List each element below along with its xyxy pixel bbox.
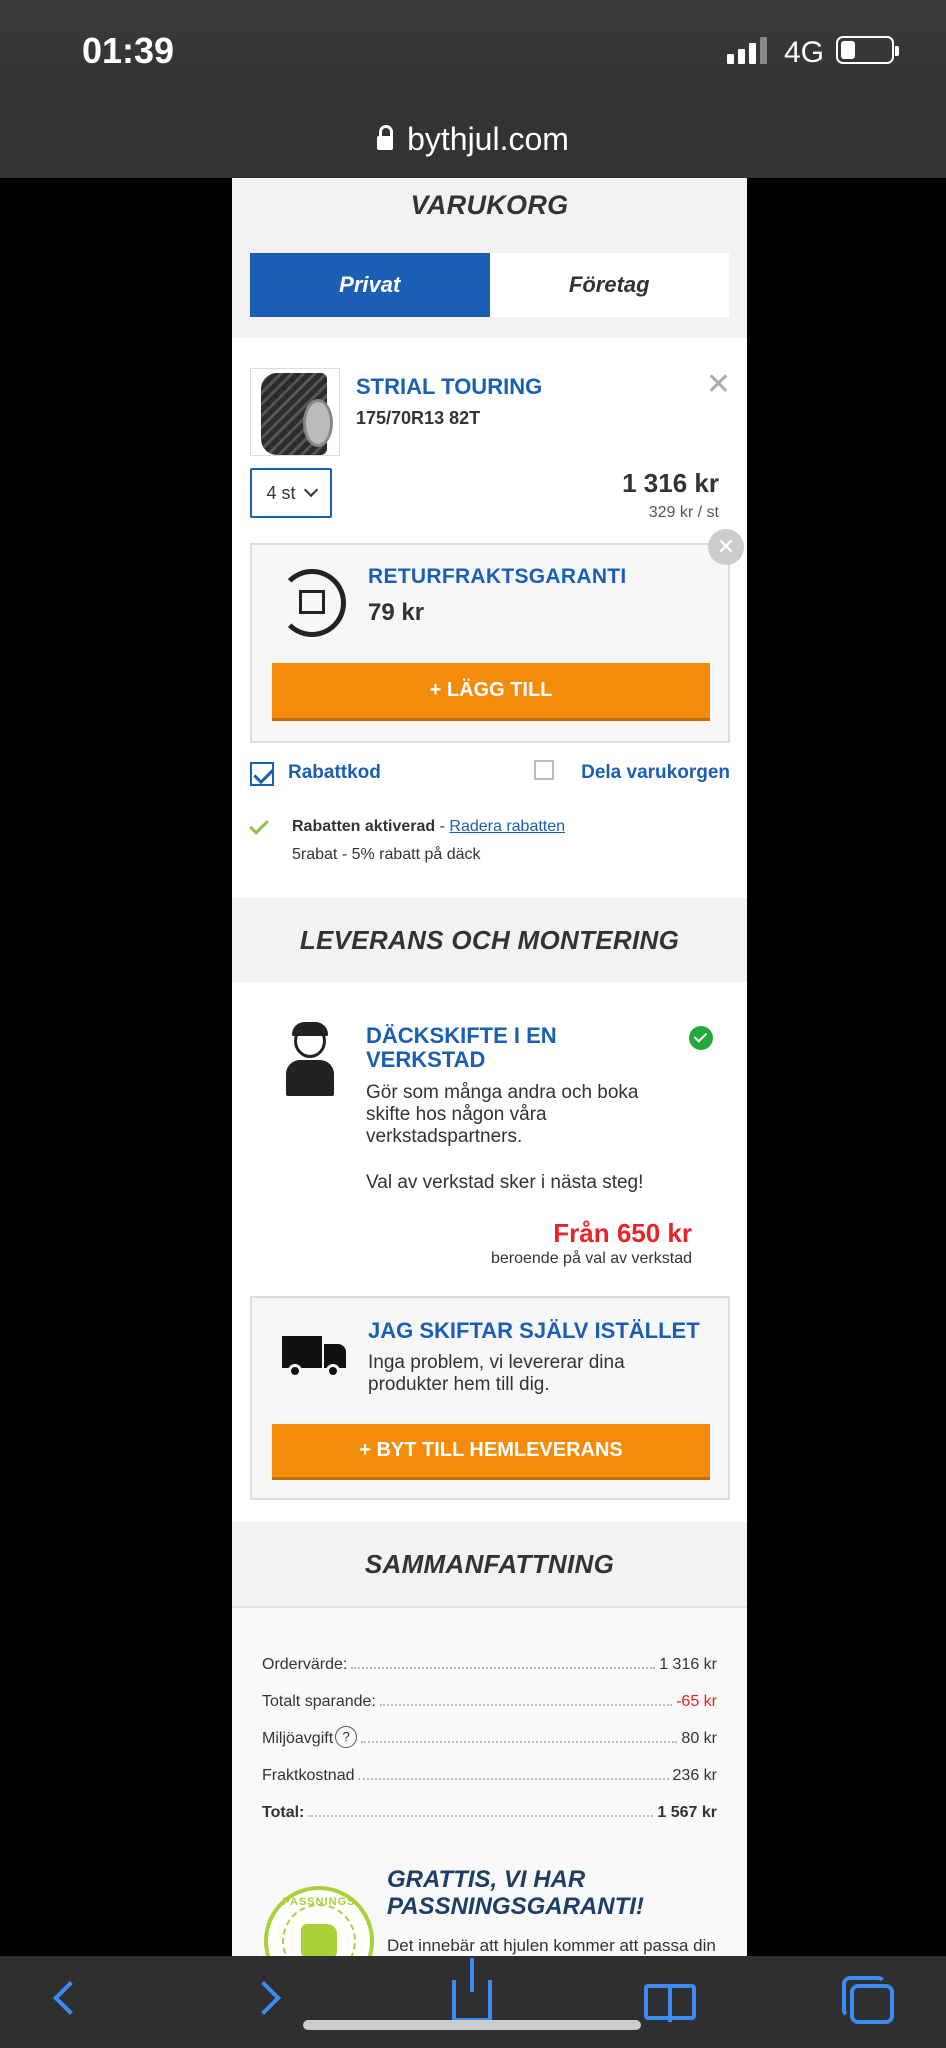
discount-separator: - (435, 818, 450, 835)
summary-title: SAMMANFATTNING (364, 1548, 615, 1579)
remove-discount-link[interactable]: Radera rabatten (449, 818, 565, 835)
summary-label: Total: (262, 1804, 305, 1821)
discount-status: Rabatten aktiverad - Radera rabatten (292, 818, 565, 836)
summary-header: SAMMANFATTNING (232, 1522, 747, 1608)
summary-row: Ordervärde: 1 316 kr (262, 1650, 717, 1674)
item-price: 1 316 kr (622, 468, 719, 498)
summary-value: 236 kr (672, 1767, 717, 1784)
workshop-price-note: beroende på val av verkstad (490, 1250, 692, 1267)
url-text: bythjul.com (407, 120, 569, 157)
help-icon[interactable]: ? (335, 1726, 358, 1748)
product-name[interactable]: STRIAL TOURING (356, 374, 542, 400)
tabs-icon[interactable] (842, 1976, 894, 2024)
summary-value: 1 316 kr (659, 1656, 717, 1673)
workshop-note: Val av verkstad sker i nästa steg! (366, 1172, 644, 1193)
discount-share-row: Rabattkod Dela varukorgen (250, 760, 730, 792)
workshop-option[interactable]: DÄCKSKIFTE I EN VERKSTAD Gör som många a… (232, 982, 747, 1522)
share-icon[interactable] (452, 1958, 492, 2022)
workshop-price: Från 650 kr (553, 1218, 692, 1248)
unit-price: 329 kr / st (648, 504, 719, 521)
delivery-header: LEVERANS OCH MONTERING (232, 898, 747, 982)
return-shipping-icon (278, 569, 346, 637)
customer-type-toggle: Privat Företag (250, 253, 729, 317)
switch-to-home-delivery-button[interactable]: + BYT TILL HEMLEVERANS (272, 1424, 710, 1480)
selected-check-icon (689, 1026, 713, 1050)
workshop-description: Gör som många andra och boka skifte hos … (366, 1082, 639, 1147)
signal-icon (727, 36, 767, 64)
discount-description: 5rabat - 5% rabatt på däck (292, 846, 481, 863)
summary-row: Fraktkostnad 236 kr (262, 1761, 717, 1785)
forward-icon[interactable] (247, 1981, 281, 2015)
product-size: 175/70R13 82T (356, 408, 481, 428)
summary-value: 80 kr (681, 1730, 717, 1747)
workshop-title: DÄCKSKIFTE I EN VERKSTAD (366, 1023, 557, 1072)
bookmarks-icon[interactable] (644, 1984, 696, 2022)
summary-label: Miljöavgift (262, 1730, 334, 1747)
browser-toolbar (0, 1956, 946, 2048)
summary-value: 1 567 kr (657, 1804, 717, 1821)
summary-section: Ordervärde: 1 316 kr Totalt sparande: -65 … (232, 1608, 747, 1956)
summary-label: Fraktkostnad (262, 1767, 355, 1784)
back-icon[interactable] (53, 1981, 87, 2015)
network-type: 4G (784, 36, 825, 69)
status-bar: 01:39 4G (0, 0, 946, 100)
discount-code-checkbox[interactable] (250, 762, 274, 786)
chevron-down-icon (303, 482, 318, 498)
delivery-title: LEVERANS OCH MONTERING (299, 924, 680, 955)
summary-value: -65 kr (676, 1693, 717, 1710)
share-icon[interactable] (534, 760, 554, 780)
return-guarantee-title: RETURFRAKTSGARANTI (368, 565, 627, 588)
return-guarantee-box: ✕ RETURFRAKTSGARANTI 79 kr + LÄGG TILL (250, 529, 744, 743)
check-icon (249, 815, 269, 835)
summary-label: Totalt sparande: (262, 1693, 376, 1710)
address-bar[interactable]: bythjul.com (0, 100, 946, 178)
summary-row: Totalt sparande: -65 kr (262, 1687, 717, 1711)
add-return-guarantee-button[interactable]: + LÄGG TILL (272, 663, 710, 721)
thumbs-up-icon (301, 1924, 337, 1956)
tab-business[interactable]: Företag (489, 253, 729, 317)
battery-icon (836, 36, 899, 64)
home-delivery-title: JAG SKIFTAR SJÄLV ISTÄLLET (368, 1318, 700, 1343)
summary-total-row: Total: 1 567 kr (262, 1798, 717, 1822)
home-indicator[interactable] (303, 2020, 641, 2030)
web-page: VARUKORG Privat Företag STRIAL TOURING 1… (232, 178, 747, 1956)
discount-active-text: Rabatten aktiverad (292, 818, 436, 835)
guarantee-title: GRATTIS, VI HAR PASSNINGSGARANTI! (387, 1866, 644, 1920)
summary-row: Miljöavgift? 80 kr (262, 1724, 717, 1748)
tab-private[interactable]: Privat (250, 253, 490, 317)
home-delivery-description: Inga problem, vi levererar dina produkte… (368, 1352, 625, 1395)
mechanic-icon (282, 1022, 338, 1096)
tire-image[interactable] (250, 368, 340, 456)
close-icon[interactable]: ✕ (708, 529, 744, 565)
home-delivery-box: JAG SKIFTAR SJÄLV ISTÄLLET Inga problem,… (250, 1296, 730, 1500)
return-guarantee-price: 79 kr (368, 599, 425, 626)
discount-code-label[interactable]: Rabattkod (288, 762, 381, 784)
cart-item: STRIAL TOURING 175/70R13 82T ✕ 4 st 1 31… (232, 338, 747, 898)
quantity-value: 4 st (266, 482, 296, 503)
clock: 01:39 (82, 30, 175, 71)
cart-header: VARUKORG Privat Företag (232, 178, 747, 338)
remove-item-icon[interactable]: ✕ (706, 370, 731, 400)
cart-title: VARUKORG (410, 190, 569, 220)
fit-guarantee-badge: PASSNINGS (264, 1886, 374, 1956)
summary-label: Ordervärde: (262, 1656, 348, 1673)
guarantee-description: Det innebär att hjulen kommer att passa … (387, 1936, 716, 1955)
truck-icon (282, 1336, 348, 1380)
quantity-select[interactable]: 4 st (250, 468, 332, 518)
share-cart-link[interactable]: Dela varukorgen (581, 762, 730, 784)
lock-icon (377, 125, 394, 150)
